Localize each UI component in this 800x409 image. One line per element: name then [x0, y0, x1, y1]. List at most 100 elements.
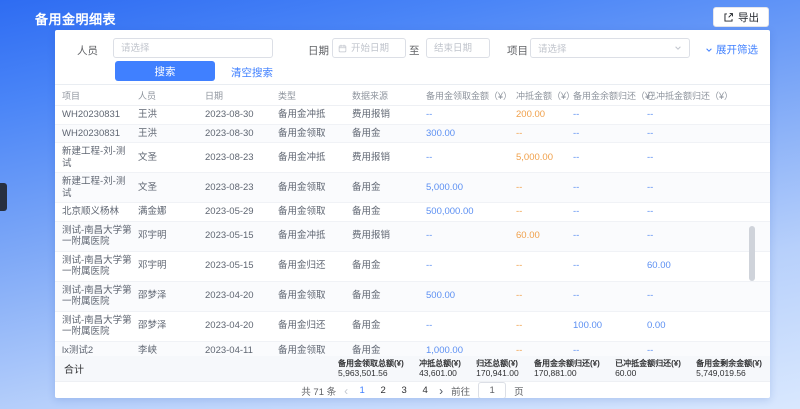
summary-total-label: 归还总额(¥) — [476, 359, 519, 369]
page-button[interactable]: 2 — [377, 385, 389, 396]
content-card: 人员 日期 至 项目 请选择 — [55, 30, 770, 398]
table-cell: 100.00 — [573, 320, 647, 332]
table-cell: 2023-04-20 — [205, 320, 278, 332]
table-cell: -- — [573, 260, 647, 272]
table-cell: -- — [573, 109, 647, 121]
table-row: lx测试2李峡2023-04-11备用金领取备用金1,000.00------ — [55, 342, 770, 357]
page-number-list: 1234 — [356, 385, 431, 396]
table-cell: -- — [647, 206, 770, 218]
table-cell: -- — [516, 206, 573, 218]
summary-label: 合计 — [64, 361, 84, 376]
table-cell: 邵梦泽 — [138, 290, 205, 302]
table-cell: 备用金领取 — [278, 345, 352, 357]
summary-total-value: 170,941.00 — [476, 368, 519, 378]
person-filter-label: 人员 — [77, 43, 98, 58]
table-cell: lx测试2 — [62, 345, 138, 357]
expand-filters-label: 展开筛选 — [716, 42, 758, 57]
pagination-total: 共 71 条 — [301, 384, 336, 398]
table-cell: 2023-05-15 — [205, 230, 278, 242]
summary-total-item: 备用金余额归还(¥)170,881.00 — [534, 359, 600, 379]
summary-total-value: 170,881.00 — [534, 368, 600, 378]
table-cell: 备用金 — [352, 320, 426, 332]
table-cell: 500,000.00 — [426, 206, 516, 218]
clear-search-link[interactable]: 清空搜索 — [231, 65, 273, 80]
table-cell: WH20230831 — [62, 109, 138, 121]
summary-total-item: 备用金剩余金额(¥)5,749,019.56 — [696, 359, 762, 379]
goto-page-suffix: 页 — [514, 384, 524, 398]
table-cell: -- — [426, 230, 516, 242]
export-button[interactable]: 导出 — [713, 7, 769, 27]
table-cell: 测试-南昌大学第一附属医院 — [62, 285, 138, 308]
table-cell: -- — [647, 128, 770, 140]
table-cell: -- — [647, 182, 770, 194]
summary-total-label: 备用金剩余金额(¥) — [696, 359, 762, 369]
summary-total-value: 5,963,501.56 — [338, 368, 404, 378]
summary-total-item: 已冲抵金额归还(¥)60.00 — [615, 359, 681, 379]
date-filter-label: 日期 — [308, 43, 329, 58]
table-cell: -- — [516, 320, 573, 332]
column-header-received-amount: 备用金领取金额（¥） — [426, 89, 516, 102]
table-cell: 2023-04-20 — [205, 290, 278, 302]
table-cell: -- — [647, 109, 770, 121]
table-row: 测试-南昌大学第一附属医院邵梦泽2023-04-20备用金领取备用金500.00… — [55, 282, 770, 312]
table-cell: 文圣 — [138, 182, 205, 194]
table-cell: 测试-南昌大学第一附属医院 — [62, 315, 138, 338]
project-select[interactable]: 请选择 — [530, 38, 690, 58]
table-cell: 测试-南昌大学第一附属医院 — [62, 225, 138, 248]
date-start-input[interactable] — [332, 38, 406, 58]
summary-total-value: 60.00 — [615, 368, 681, 378]
table-cell: -- — [573, 206, 647, 218]
table-cell: 邓宇明 — [138, 230, 205, 242]
table-cell: 北京顺义杨林 — [62, 206, 138, 218]
table-cell: 1,000.00 — [426, 345, 516, 357]
table-cell: WH20230831 — [62, 128, 138, 140]
table-cell: 备用金冲抵 — [278, 109, 352, 121]
column-header-offset-returned: 已冲抵金额归还（¥） — [647, 89, 770, 102]
table-cell: -- — [426, 109, 516, 121]
table-cell: 备用金 — [352, 345, 426, 357]
goto-page-input[interactable] — [478, 382, 506, 398]
expand-filters-link[interactable]: 展开筛选 — [705, 42, 758, 57]
table-cell: 备用金 — [352, 128, 426, 140]
table-cell: 备用金归还 — [278, 320, 352, 332]
table-row: 测试-南昌大学第一附属医院邓宇明2023-05-15备用金冲抵费用报销--60.… — [55, 222, 770, 252]
table-cell: 备用金领取 — [278, 182, 352, 194]
table-cell: 2023-08-23 — [205, 182, 278, 194]
side-drawer-handle[interactable] — [0, 183, 7, 211]
table-cell: 2023-05-29 — [205, 206, 278, 218]
summary-total-label: 已冲抵金额归还(¥) — [615, 359, 681, 369]
date-start-field[interactable] — [351, 43, 400, 54]
summary-total-label: 备用金余额归还(¥) — [534, 359, 600, 369]
table-cell: -- — [573, 128, 647, 140]
summary-total-value: 5,749,019.56 — [696, 368, 762, 378]
page-button[interactable]: 3 — [398, 385, 410, 396]
vertical-scrollbar-thumb[interactable] — [749, 226, 755, 281]
search-button[interactable]: 搜索 — [115, 61, 215, 81]
person-filter-input[interactable] — [113, 38, 273, 58]
column-header-balance-returned: 备用金余额归还（¥） — [573, 89, 647, 102]
table-row: WH20230831王洪2023-08-30备用金领取备用金300.00----… — [55, 125, 770, 144]
table-cell: 邵梦泽 — [138, 320, 205, 332]
table-cell: 2023-05-15 — [205, 260, 278, 272]
date-end-input[interactable] — [426, 38, 490, 58]
column-header-type: 类型 — [278, 89, 352, 102]
table-cell: 王洪 — [138, 128, 205, 140]
chevron-down-icon — [674, 44, 682, 52]
table-cell: -- — [516, 182, 573, 194]
summary-total-item: 备用金领取总额(¥)5,963,501.56 — [338, 359, 404, 379]
filter-bar: 人员 日期 至 项目 请选择 — [55, 30, 770, 85]
summary-totals: 备用金领取总额(¥)5,963,501.56冲抵总额(¥)43,601.00归还… — [338, 356, 762, 381]
page-button[interactable]: 1 — [356, 385, 368, 396]
table-cell: 王洪 — [138, 109, 205, 121]
table-cell: 新建工程-刘-测试 — [62, 146, 138, 169]
table-cell: 备用金 — [352, 206, 426, 218]
table-cell: 5,000.00 — [516, 152, 573, 164]
next-page-icon[interactable]: › — [439, 385, 443, 397]
table-cell: 60.00 — [516, 230, 573, 242]
table-cell: 2023-08-30 — [205, 128, 278, 140]
prev-page-icon[interactable]: ‹ — [344, 385, 348, 397]
column-header-offset-amount: 冲抵金额（¥） — [516, 89, 573, 102]
table-cell: 备用金 — [352, 182, 426, 194]
table-cell: 200.00 — [516, 109, 573, 121]
page-button[interactable]: 4 — [419, 385, 431, 396]
